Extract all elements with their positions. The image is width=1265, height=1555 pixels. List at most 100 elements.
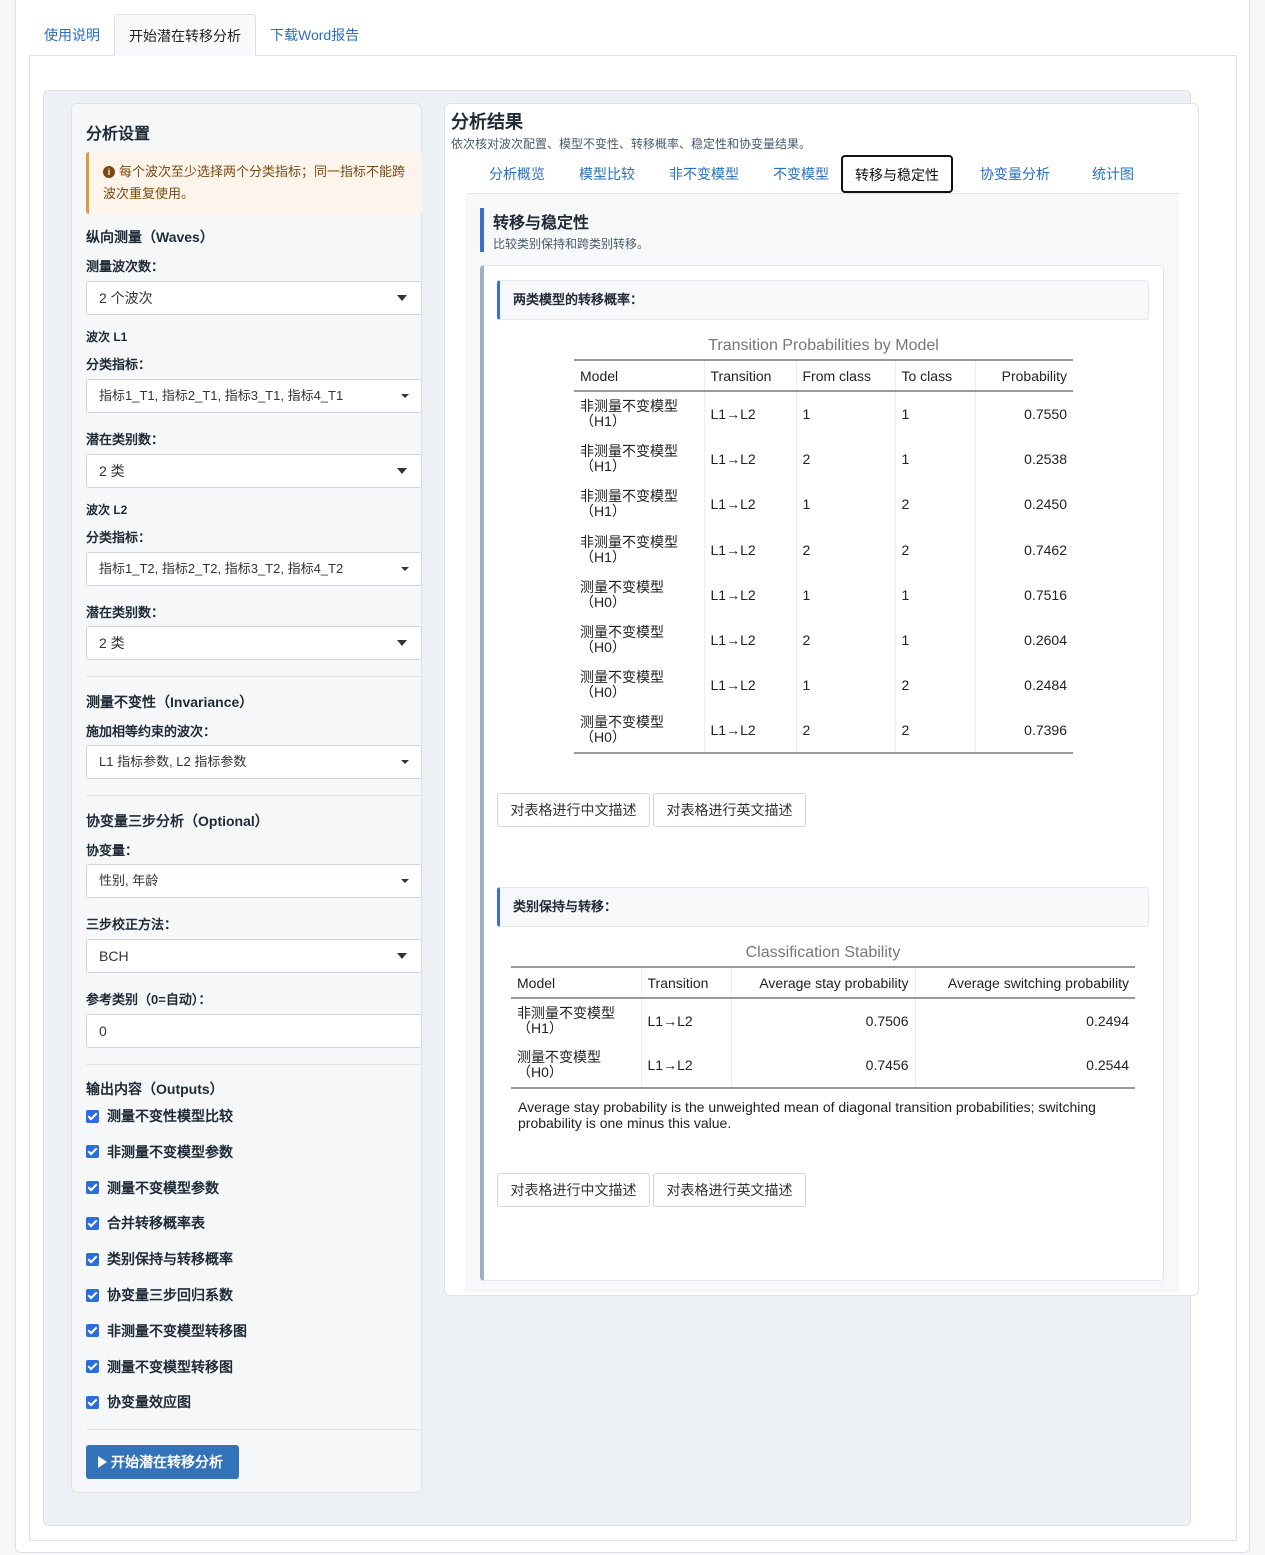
switch-cell: 0.2544 — [914, 1043, 1135, 1089]
table-row: 非测量不变模型 （H1） L1→L2 1 2 0.2450 — [574, 481, 1073, 527]
wave2-classes-label: 潜在类别数： — [86, 605, 165, 620]
model-hypothesis: （H0） — [580, 729, 626, 746]
model-cell: 非测量不变模型 （H1） — [511, 998, 641, 1043]
tab-model-comparison[interactable]: 模型比较 — [563, 154, 651, 194]
wave2-indicators-label: 分类指标： — [86, 530, 152, 545]
describe-table-english-button[interactable]: 对表格进行英文描述 — [653, 1173, 806, 1207]
output-checkbox-label: 测量不变性模型比较 — [107, 1108, 233, 1124]
table-row: 测量不变模型 （H0） L1→L2 2 1 0.2604 — [574, 617, 1073, 663]
from-cell: 2 — [795, 617, 895, 663]
describe-table-english-button[interactable]: 对表格进行英文描述 — [653, 793, 806, 827]
column-header: To class — [894, 359, 975, 392]
model-name: 测量不变模型 — [517, 1049, 601, 1065]
prob-cell: 0.7550 — [974, 391, 1073, 437]
covariate-select[interactable]: 性别, 年龄 — [86, 864, 422, 898]
output-checkbox[interactable]: 测量不变性模型比较 — [86, 1106, 233, 1126]
transition-cell: L1→L2 — [703, 617, 796, 663]
to-cell: 1 — [894, 391, 975, 437]
covariate-value: 性别, 年龄 — [99, 873, 159, 888]
output-checkbox[interactable]: 合并转移概率表 — [86, 1213, 205, 1233]
checkbox-checked-icon[interactable] — [86, 1181, 99, 1195]
model-name: 测量不变模型 — [580, 714, 664, 731]
checkbox-checked-icon[interactable] — [86, 1324, 99, 1338]
table-row: 非测量不变模型 （H1） L1→L2 0.7506 0.2494 — [511, 998, 1135, 1043]
model-cell: 测量不变模型 （H0） — [574, 663, 704, 708]
tab-transition-stability[interactable]: 转移与稳定性 — [841, 155, 953, 193]
checkbox-checked-icon[interactable] — [86, 1145, 99, 1159]
column-header: Average stay probability — [730, 966, 915, 999]
tab-overview[interactable]: 分析概览 — [473, 154, 561, 194]
checkbox-checked-icon[interactable] — [86, 1288, 99, 1302]
covariate-section-title: 协变量三步分析（Optional） — [86, 813, 269, 829]
output-checkbox-label: 非测量不变模型转移图 — [107, 1322, 247, 1339]
tab-non-invariant-model[interactable]: 非不变模型 — [653, 154, 755, 194]
output-checkbox[interactable]: 测量不变模型参数 — [86, 1178, 219, 1198]
column-header: Transition — [640, 966, 731, 999]
wave1-classes-value: 2 类 — [99, 463, 125, 479]
column-header: Probability — [974, 359, 1073, 392]
model-name: 测量不变模型 — [580, 578, 664, 595]
output-checkbox[interactable]: 协变量三步回归系数 — [86, 1285, 233, 1305]
output-checkbox[interactable]: 类别保持与转移概率 — [86, 1249, 233, 1269]
reference-class-input[interactable]: 0 — [86, 1014, 422, 1048]
chevron-down-icon — [397, 953, 407, 959]
model-name: 非测量不变模型 — [580, 442, 678, 459]
table-caption: Transition Probabilities by Model — [708, 337, 939, 354]
tab-instructions[interactable]: 使用说明 — [30, 14, 114, 56]
run-analysis-button[interactable]: 开始潜在转移分析 — [86, 1445, 239, 1479]
wave2-classes-select[interactable]: 2 类 — [86, 626, 422, 660]
settings-sidebar: 分析设置 i 每个波次至少选择两个分类指标；同一指标不能跨波次重复使用。 纵向测量… — [71, 103, 422, 1493]
model-name: 非测量不变模型 — [580, 398, 678, 415]
tab-invariant-model[interactable]: 不变模型 — [757, 154, 845, 194]
from-cell: 1 — [795, 391, 895, 437]
checkbox-checked-icon[interactable] — [86, 1360, 99, 1374]
output-checkbox-label: 合并转移概率表 — [107, 1215, 205, 1232]
wave-count-select[interactable]: 2 个波次 — [86, 281, 422, 315]
method-select[interactable]: BCH — [86, 939, 422, 973]
tab-covariate-analysis[interactable]: 协变量分析 — [963, 154, 1067, 194]
divider — [86, 795, 422, 796]
checkbox-checked-icon[interactable] — [86, 1395, 99, 1409]
tab-download-report[interactable]: 下载Word报告 — [256, 14, 373, 56]
method-value: BCH — [99, 948, 129, 964]
divider — [86, 676, 422, 677]
wave1-classes-select[interactable]: 2 类 — [86, 454, 422, 488]
table-header-row: Model Transition From class To class Pro… — [574, 359, 1073, 392]
invariance-select[interactable]: L1 指标参数, L2 指标参数 — [86, 745, 422, 779]
from-cell: 1 — [795, 481, 895, 527]
describe-table-chinese-button[interactable]: 对表格进行中文描述 — [497, 1173, 650, 1207]
checkbox-checked-icon[interactable] — [86, 1109, 99, 1123]
classification-stability-table: Model Transition Average stay probabilit… — [511, 966, 1135, 1089]
wave1-indicators-select[interactable]: 指标1_T1, 指标2_T1, 指标3_T1, 指标4_T1 — [86, 379, 422, 413]
table-row: 非测量不变模型 （H1） L1→L2 2 1 0.2538 — [574, 436, 1073, 482]
from-cell: 2 — [795, 708, 895, 755]
results-title: 分析结果 — [451, 112, 523, 132]
prob-cell: 0.7462 — [974, 526, 1073, 573]
tab-charts[interactable]: 统计图 — [1069, 154, 1157, 194]
describe-table-chinese-button[interactable]: 对表格进行中文描述 — [497, 793, 650, 827]
to-cell: 2 — [894, 526, 975, 573]
chevron-down-icon — [397, 468, 407, 474]
invariance-label: 施加相等约束的波次： — [86, 724, 217, 739]
run-analysis-label: 开始潜在转移分析 — [111, 1454, 223, 1470]
wave-count-value: 2 个波次 — [99, 290, 153, 306]
checkbox-checked-icon[interactable] — [86, 1252, 99, 1266]
tab-start-analysis[interactable]: 开始潜在转移分析 — [114, 14, 256, 56]
prob-cell: 0.7396 — [974, 708, 1073, 755]
wave2-indicators-select[interactable]: 指标1_T2, 指标2_T2, 指标3_T2, 指标4_T2 — [86, 552, 422, 586]
checkbox-checked-icon[interactable] — [86, 1216, 99, 1230]
output-checkbox[interactable]: 协变量效应图 — [86, 1392, 191, 1412]
to-cell: 1 — [894, 572, 975, 618]
model-name: 测量不变模型 — [580, 669, 664, 686]
top-tab-bar: 使用说明 开始潜在转移分析 下载Word报告 — [30, 14, 373, 56]
output-checkbox[interactable]: 非测量不变模型参数 — [86, 1142, 233, 1162]
model-hypothesis: （H1） — [580, 548, 626, 565]
model-hypothesis: （H1） — [580, 413, 626, 430]
stay-cell: 0.7456 — [730, 1043, 915, 1089]
output-checkbox-label: 非测量不变模型参数 — [107, 1143, 233, 1160]
transition-cell: L1→L2 — [703, 481, 796, 527]
covariate-label: 协变量： — [86, 843, 139, 858]
output-checkbox[interactable]: 测量不变模型转移图 — [86, 1357, 233, 1377]
output-checkbox[interactable]: 非测量不变模型转移图 — [86, 1321, 247, 1341]
transition-probabilities-table: Model Transition From class To class Pro… — [574, 359, 1073, 755]
